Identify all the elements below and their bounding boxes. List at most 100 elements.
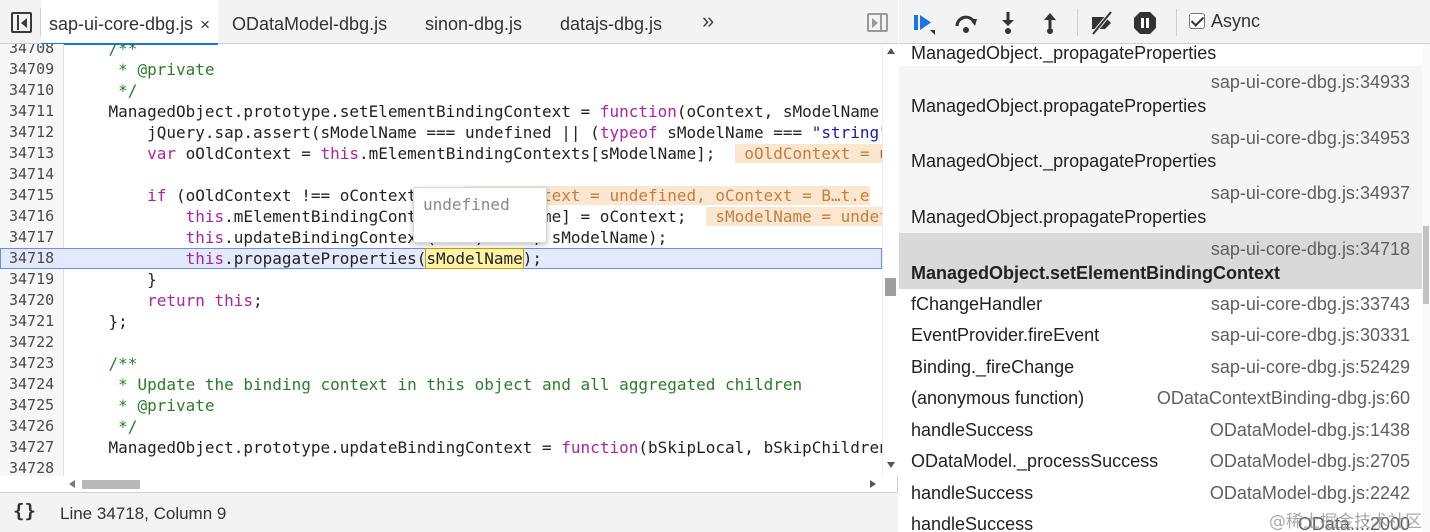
- pretty-print-icon[interactable]: {}: [13, 500, 36, 522]
- step-over-icon[interactable]: [953, 10, 979, 36]
- code-line[interactable]: 34709 * @private: [0, 59, 882, 80]
- code-line[interactable]: 34711 ManagedObject.prototype.setElement…: [0, 101, 882, 122]
- code-line[interactable]: 34720 return this;: [0, 290, 882, 311]
- execution-line[interactable]: 34718 this.propagateProperties(sModelNam…: [0, 248, 882, 269]
- scroll-left-icon[interactable]: [69, 480, 75, 488]
- code-line[interactable]: 34725 * @private: [0, 395, 882, 416]
- line-number[interactable]: 34717: [0, 227, 58, 248]
- code-line[interactable]: 34710 */: [0, 80, 882, 101]
- code-viewer[interactable]: 34708 /** 34709 * @private 34710 */34711 M…: [0, 44, 882, 476]
- code-line[interactable]: 34724 * Update the binding context in th…: [0, 374, 882, 395]
- code-line[interactable]: 34727 ManagedObject.prototype.updateBind…: [0, 437, 882, 458]
- line-number[interactable]: 34715: [0, 185, 58, 206]
- line-number[interactable]: 34722: [0, 332, 58, 353]
- step-into-icon[interactable]: [995, 10, 1021, 36]
- status-bar: {} Line 34718, Column 9: [0, 492, 898, 532]
- call-frame[interactable]: handleSuccess ODataModel-dbg.js:1438: [899, 415, 1422, 446]
- tab-sap-ui-core-dbg[interactable]: sap-ui-core-dbg.js ×: [41, 0, 218, 45]
- line-number[interactable]: 34713: [0, 143, 58, 164]
- call-frame-selected[interactable]: ManagedObject.setElementBindingContext sa…: [899, 233, 1422, 289]
- code-text: this.updateBindingContext(true, true, sM…: [185, 228, 668, 247]
- line-number[interactable]: 34712: [0, 122, 58, 143]
- code-line[interactable]: 34714: [0, 164, 882, 185]
- frame-location-link[interactable]: sap-ui-core-dbg.js:33743: [1211, 294, 1410, 315]
- code-line[interactable]: 34713 var oOldContext = this.mElementBin…: [0, 143, 882, 164]
- call-frame[interactable]: ManagedObject._propagateProperties sap-ui…: [899, 122, 1422, 177]
- checkbox-checked-icon[interactable]: [1189, 13, 1205, 29]
- frame-location-link[interactable]: ODataModel-dbg.js:1438: [1210, 420, 1410, 441]
- horizontal-scrollbar[interactable]: [64, 476, 882, 492]
- line-number[interactable]: 34720: [0, 290, 58, 311]
- line-number[interactable]: 34709: [0, 59, 58, 80]
- frame-location-link[interactable]: sap-ui-core-dbg.js:30331: [1211, 325, 1410, 346]
- divider: [1176, 9, 1177, 36]
- deactivate-breakpoints-icon[interactable]: [1089, 10, 1115, 36]
- frame-location-link[interactable]: sap-ui-core-dbg.js:34933: [1211, 72, 1410, 93]
- pause-on-exceptions-icon[interactable]: [1132, 10, 1158, 36]
- line-number[interactable]: 34726: [0, 416, 58, 437]
- debugger-toolbar: Async: [899, 0, 1430, 44]
- line-number[interactable]: 34716: [0, 206, 58, 227]
- call-frame[interactable]: ManagedObject._propagateProperties: [899, 44, 1422, 63]
- frame-function-name: Binding._fireChange: [911, 357, 1075, 377]
- line-number[interactable]: 34711: [0, 101, 58, 122]
- code-text: ManagedObject.prototype.setElementBindin…: [70, 102, 880, 121]
- line-number[interactable]: 34724: [0, 374, 58, 395]
- line-number[interactable]: 34710: [0, 80, 58, 101]
- line-number[interactable]: 34714: [0, 164, 58, 185]
- call-frame[interactable]: (anonymous function) ODataContextBinding-…: [899, 383, 1422, 415]
- frame-location-link[interactable]: ODataContextBinding-dbg.js:60: [1157, 388, 1410, 409]
- call-frame[interactable]: Binding._fireChange sap-ui-core-dbg.js:52…: [899, 352, 1422, 383]
- code-line[interactable]: 34721 };: [0, 311, 882, 332]
- tab-odatamodel-dbg[interactable]: ODataModel-dbg.js: [232, 0, 387, 44]
- tab-datajs-dbg[interactable]: datajs-dbg.js: [560, 0, 662, 44]
- code-line[interactable]: 34722: [0, 332, 882, 353]
- close-icon[interactable]: ×: [200, 15, 210, 34]
- debugger-sidebar: Async ManagedObject._propagateProperties…: [899, 0, 1430, 532]
- frame-location-link[interactable]: ODataModel-dbg.js:2705: [1210, 451, 1410, 472]
- scroll-down-icon[interactable]: [887, 462, 895, 468]
- code-text: this.propagateProperties(sModelName);: [185, 248, 543, 269]
- call-frame[interactable]: ODataModel._processSuccess ODataModel-dbg…: [899, 446, 1422, 478]
- resume-icon[interactable]: [911, 10, 937, 36]
- line-number[interactable]: 34728: [0, 458, 58, 476]
- line-number[interactable]: 34725: [0, 395, 58, 416]
- call-frame[interactable]: handleSuccess ODataModel-dbg.js:2242: [899, 478, 1422, 509]
- frame-location-link[interactable]: ODataModel-dbg.js:2242: [1210, 483, 1410, 504]
- code-text: * @private: [118, 396, 215, 415]
- call-frame[interactable]: ManagedObject.propagateProperties sap-ui-…: [899, 66, 1422, 122]
- code-line[interactable]: 34726 */: [0, 416, 882, 437]
- line-number[interactable]: 34727: [0, 437, 58, 458]
- sidebar-scrollbar[interactable]: [1422, 44, 1430, 532]
- async-checkbox[interactable]: Async: [1189, 11, 1260, 32]
- toggle-debugger-icon[interactable]: [867, 13, 888, 32]
- frame-location-link[interactable]: sap-ui-core-dbg.js:34937: [1211, 183, 1410, 204]
- call-stack-list: ManagedObject._propagateProperties Manage…: [899, 44, 1422, 532]
- line-number[interactable]: 34718: [0, 248, 58, 269]
- line-number[interactable]: 34721: [0, 311, 58, 332]
- frame-location-link[interactable]: sap-ui-core-dbg.js:34953: [1211, 128, 1410, 149]
- line-number[interactable]: 34719: [0, 269, 58, 290]
- code-line[interactable]: 34723 /**: [0, 353, 882, 374]
- scrollbar-thumb[interactable]: [885, 278, 896, 296]
- scroll-right-icon[interactable]: [870, 480, 876, 488]
- more-tabs-icon[interactable]: »: [702, 8, 714, 34]
- toggle-navigator-icon[interactable]: [11, 12, 32, 33]
- frame-location-link[interactable]: sap-ui-core-dbg.js:52429: [1211, 357, 1410, 378]
- scroll-up-icon[interactable]: [887, 48, 895, 54]
- line-number[interactable]: 34723: [0, 353, 58, 374]
- frame-location-link[interactable]: sap-ui-core-dbg.js:34718: [1211, 239, 1410, 260]
- code-line[interactable]: 34712 jQuery.sap.assert(sModelName === u…: [0, 122, 882, 143]
- scrollbar-thumb[interactable]: [82, 480, 140, 489]
- vertical-scrollbar[interactable]: [882, 44, 898, 476]
- scrollbar-thumb[interactable]: [1423, 226, 1429, 304]
- call-frame[interactable]: fChangeHandler sap-ui-core-dbg.js:33743: [899, 289, 1422, 320]
- call-frame[interactable]: EventProvider.fireEvent sap-ui-core-dbg.j…: [899, 320, 1422, 352]
- line-number[interactable]: 34708: [0, 44, 58, 59]
- code-line[interactable]: 34728: [0, 458, 882, 476]
- tab-sinon-dbg[interactable]: sinon-dbg.js: [425, 0, 522, 44]
- step-out-icon[interactable]: [1037, 10, 1063, 36]
- call-frame[interactable]: ManagedObject.propagateProperties sap-ui-…: [899, 177, 1422, 233]
- code-line[interactable]: 34719 }: [0, 269, 882, 290]
- code-line[interactable]: 34708 /**: [0, 44, 882, 59]
